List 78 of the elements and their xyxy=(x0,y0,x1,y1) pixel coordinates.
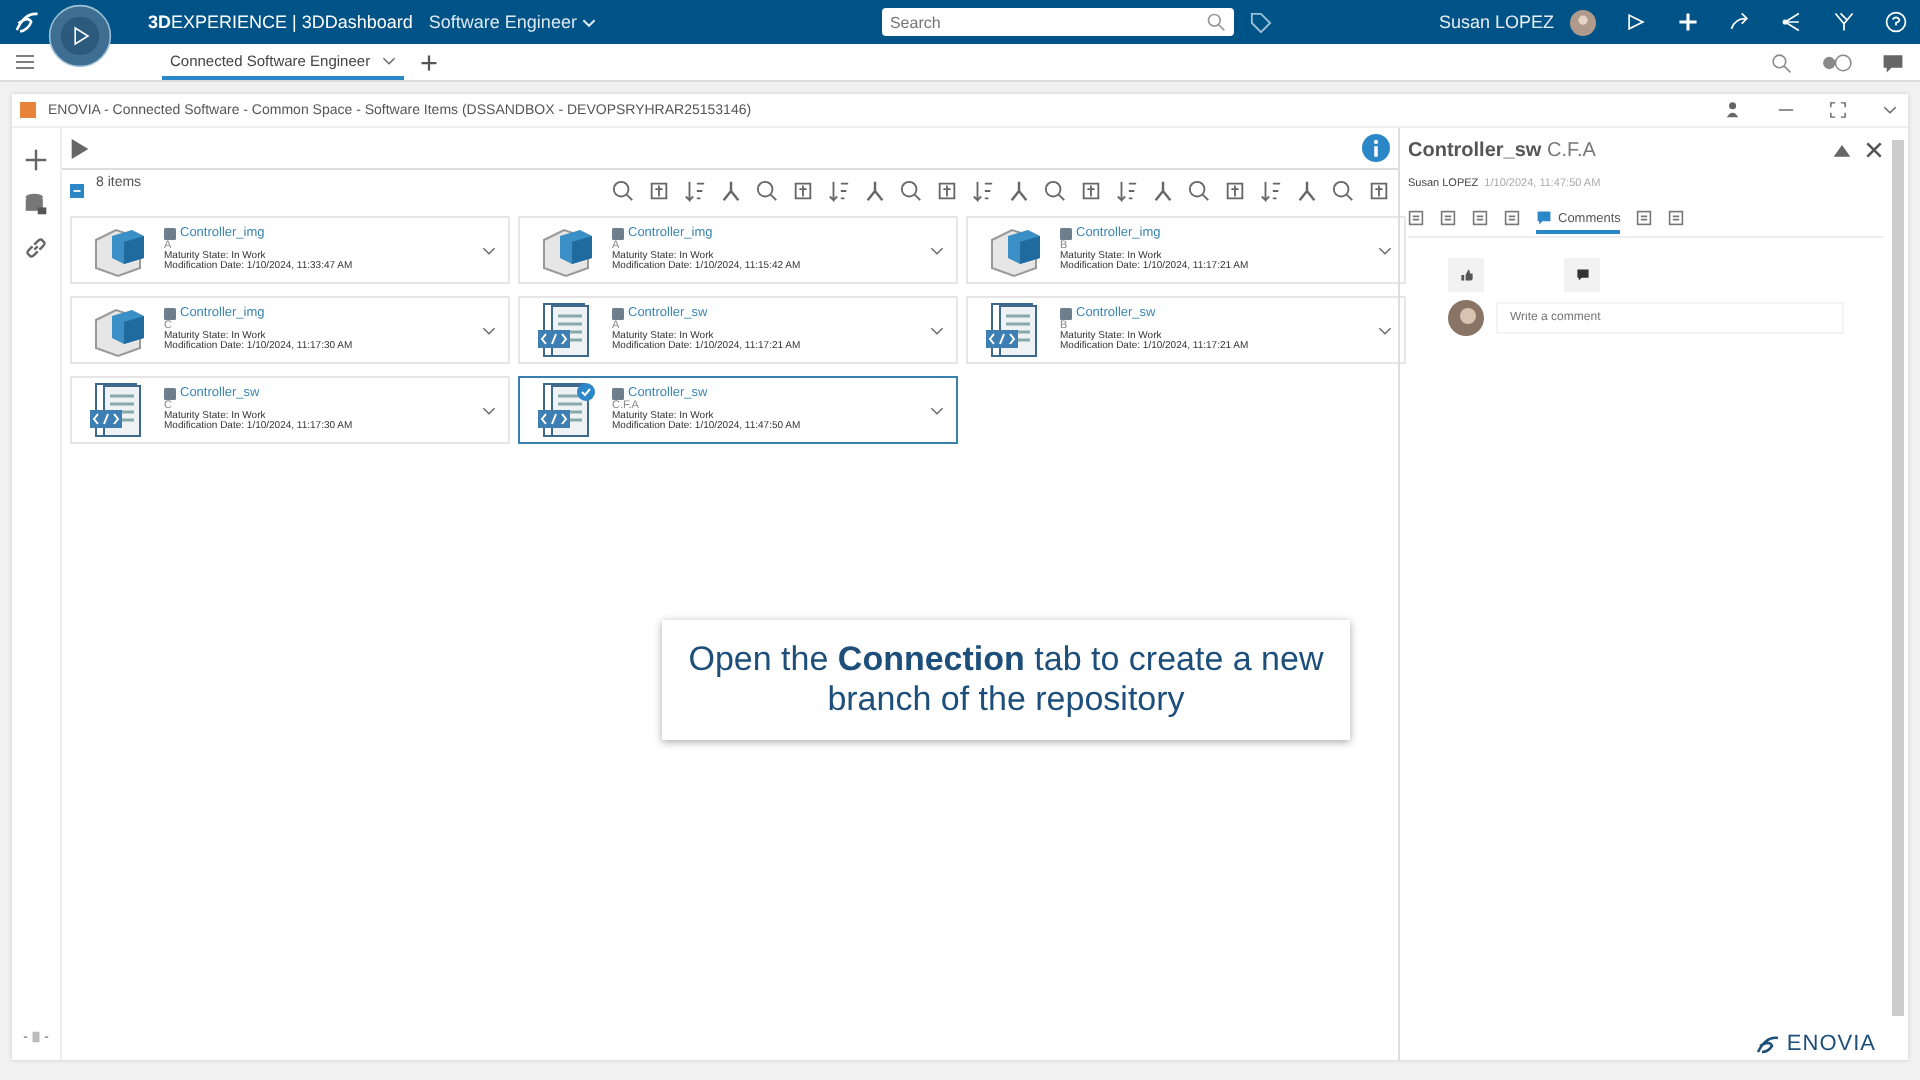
item-type-icon xyxy=(164,388,176,401)
chevron-down-icon[interactable] xyxy=(930,325,944,335)
toolbar-icon[interactable] xyxy=(828,179,850,201)
collapse-up-icon[interactable] xyxy=(1832,140,1852,160)
item-type-icon xyxy=(612,388,624,401)
toolbar-icon[interactable] xyxy=(864,179,886,201)
info-icon[interactable] xyxy=(1362,134,1390,162)
role-dropdown[interactable]: Software Engineer xyxy=(428,12,596,32)
add-tab-icon[interactable] xyxy=(420,53,439,71)
scroll-handle-icon[interactable] xyxy=(22,1030,50,1044)
user-name[interactable]: Susan LOPEZ xyxy=(1438,12,1554,32)
search-icon[interactable] xyxy=(1770,51,1792,73)
chevron-down-icon[interactable] xyxy=(482,325,496,335)
toolbar-icon[interactable] xyxy=(936,179,958,201)
close-icon[interactable] xyxy=(1864,140,1884,160)
link-icon[interactable] xyxy=(24,236,48,260)
plus-icon[interactable] xyxy=(24,148,48,172)
toolbar-icon[interactable] xyxy=(1008,179,1030,201)
item-type-icon xyxy=(164,228,176,241)
toolbar-icon[interactable] xyxy=(1188,179,1210,201)
toolbar-icon[interactable] xyxy=(792,179,814,201)
chevron-down-icon[interactable] xyxy=(930,245,944,255)
scrollbar[interactable] xyxy=(1892,140,1904,1016)
toolbar-icon[interactable] xyxy=(1044,179,1066,201)
item-type-icon xyxy=(612,228,624,241)
tag-icon[interactable] xyxy=(1249,11,1272,33)
caret-icon[interactable] xyxy=(382,55,397,65)
toggle-icon[interactable] xyxy=(1820,51,1854,73)
toolbar-icon[interactable] xyxy=(648,179,670,201)
toolbar-icon[interactable] xyxy=(1224,179,1246,201)
collapse-icon[interactable] xyxy=(70,183,84,197)
comment-icon[interactable] xyxy=(1575,268,1589,282)
play-icon[interactable] xyxy=(70,135,90,161)
thumbs-up-icon[interactable] xyxy=(1459,268,1473,282)
network-icon[interactable] xyxy=(1780,10,1804,34)
comment-button[interactable] xyxy=(1564,258,1600,292)
toolbar-icon[interactable] xyxy=(1260,179,1282,201)
toolbar-icon[interactable] xyxy=(900,179,922,201)
database-icon[interactable] xyxy=(24,192,48,216)
toolbar-icon[interactable] xyxy=(684,179,706,201)
chevron-down-icon[interactable] xyxy=(482,245,496,255)
item-type-icon xyxy=(164,308,176,321)
item-type-icon xyxy=(1060,228,1072,241)
comment-icon[interactable] xyxy=(1882,51,1904,73)
app-title: 3DEXPERIENCE | 3DDashboard xyxy=(148,12,413,32)
toolbar-icon[interactable] xyxy=(1368,179,1390,201)
toolbar-icon[interactable] xyxy=(612,179,634,201)
search-field[interactable]: Search xyxy=(881,8,1234,36)
chevron-down-icon[interactable] xyxy=(1378,245,1392,255)
like-button[interactable] xyxy=(1448,258,1484,292)
app-icon xyxy=(20,102,36,118)
avatar-icon xyxy=(1448,300,1484,336)
share-icon[interactable] xyxy=(1728,10,1752,34)
toolbar-icon[interactable] xyxy=(1080,179,1102,201)
code-file-icon xyxy=(532,380,600,440)
search-icon[interactable] xyxy=(1205,12,1226,32)
chevron-down-icon[interactable] xyxy=(930,405,944,415)
toolbar-icon[interactable] xyxy=(1152,179,1174,201)
brand-logo-text: ENOVIA xyxy=(1786,1032,1876,1056)
help-icon[interactable] xyxy=(1884,10,1908,34)
toolbar-icon[interactable] xyxy=(720,179,742,201)
chevron-down-icon[interactable] xyxy=(482,405,496,415)
item-type-icon xyxy=(1060,308,1072,321)
avatar-icon[interactable] xyxy=(1570,9,1596,35)
maximize-icon[interactable] xyxy=(1828,100,1848,120)
details-title: Controller_sw C.F.A xyxy=(1408,139,1596,161)
user-icon[interactable] xyxy=(1724,100,1744,120)
ds-logo-icon xyxy=(1754,1034,1783,1054)
callout-text: Open the Connection tab to create a new branch of the repository xyxy=(686,640,1326,720)
toolbar-icon[interactable] xyxy=(1116,179,1138,201)
toolbar-icon[interactable] xyxy=(1296,179,1318,201)
toolbar-icon[interactable] xyxy=(756,179,778,201)
chevron-down-icon[interactable] xyxy=(1378,325,1392,335)
toolbar-icon[interactable] xyxy=(972,179,994,201)
item-type-icon xyxy=(612,308,624,321)
ds-logo-icon xyxy=(12,8,44,36)
menu-icon[interactable] xyxy=(16,54,34,70)
toolbar-icon[interactable] xyxy=(1332,179,1354,201)
